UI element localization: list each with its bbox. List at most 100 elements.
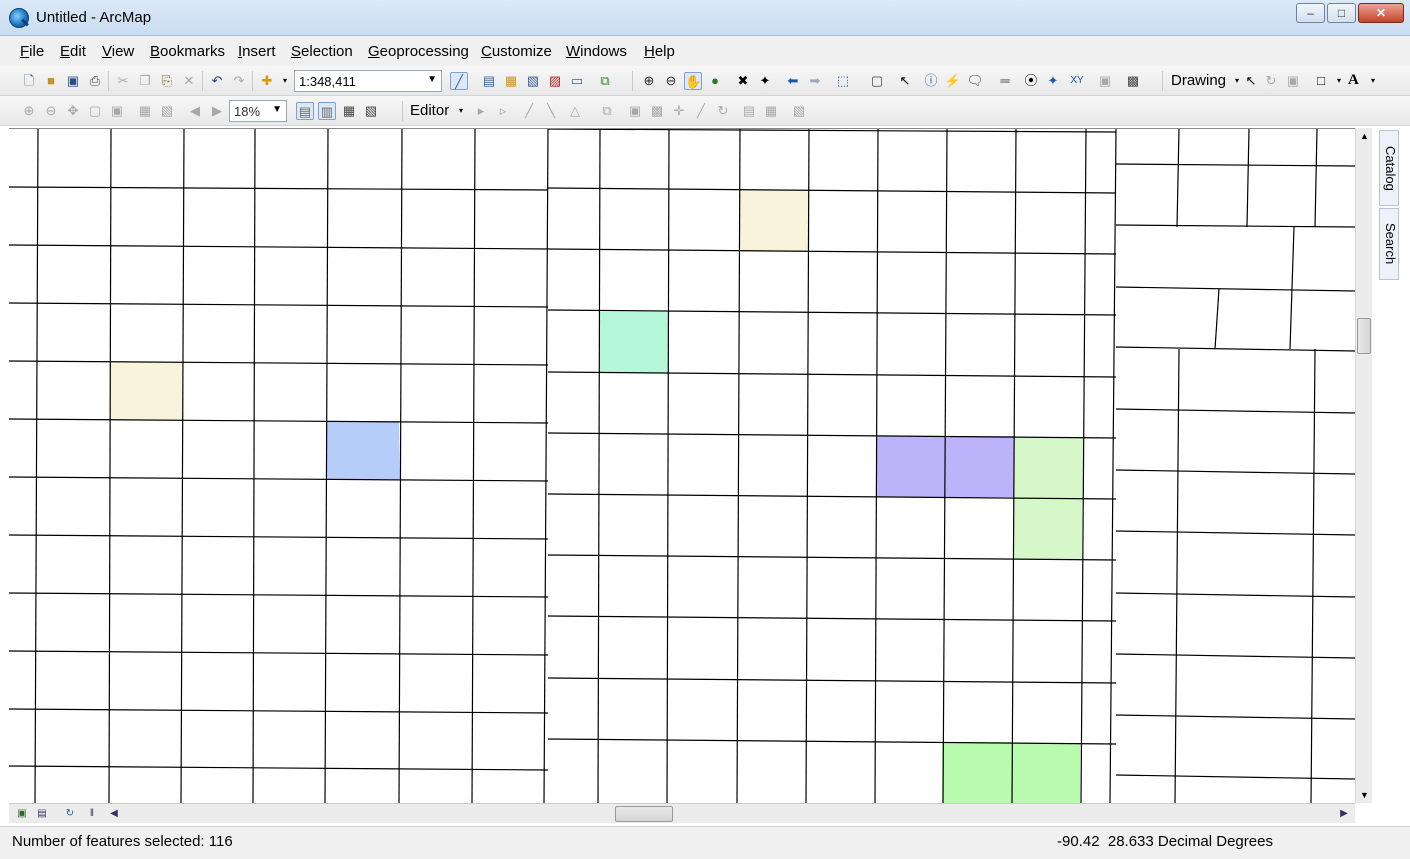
select-elements-icon[interactable]: ↖ bbox=[1242, 72, 1260, 90]
scroll-right-arrow-icon[interactable]: ▶ bbox=[1337, 807, 1351, 821]
vertical-scrollbar[interactable]: ▲ ▼ bbox=[1355, 128, 1372, 803]
sketch-properties-icon[interactable]: ▦ bbox=[762, 102, 780, 120]
zoom-in-page-icon[interactable]: ⊕ bbox=[20, 102, 38, 120]
zoom-whole-page-icon[interactable]: ▢ bbox=[86, 102, 104, 120]
measure-icon[interactable]: ═ bbox=[996, 72, 1014, 90]
go-to-xy-icon[interactable]: XY bbox=[1068, 72, 1086, 90]
forward-extent-icon[interactable]: ➡ bbox=[806, 72, 824, 90]
menu-insert[interactable]: Insert bbox=[238, 43, 276, 60]
zoom-100-icon[interactable]: ▣ bbox=[108, 102, 126, 120]
previous-page-extent-icon[interactable]: ◀ bbox=[186, 102, 204, 120]
minimize-button[interactable]: – bbox=[1296, 3, 1325, 23]
pan-page-icon[interactable]: ✥ bbox=[64, 102, 82, 120]
open-folder-icon[interactable]: ■ bbox=[42, 72, 60, 90]
delete-icon[interactable]: ✕ bbox=[180, 72, 198, 90]
find-binoculars-icon[interactable]: ⦿ bbox=[1022, 72, 1040, 90]
split-tool-icon[interactable]: ✛ bbox=[670, 102, 688, 120]
catalog-tab[interactable]: Catalog bbox=[1379, 130, 1399, 206]
reshape-feature-icon[interactable]: ▣ bbox=[626, 102, 644, 120]
clear-selection-icon[interactable]: ▢ bbox=[868, 72, 886, 90]
menu-geoprocessing[interactable]: Geoprocessing bbox=[368, 43, 469, 60]
zoom-to-selected-elements-icon[interactable]: ▣ bbox=[1284, 72, 1302, 90]
model-builder-icon[interactable]: ⧉ bbox=[596, 72, 614, 90]
scroll-left-arrow-icon[interactable]: ◀ bbox=[107, 807, 121, 821]
horizontal-scroll-thumb[interactable] bbox=[615, 806, 673, 822]
fixed-zoom-out-icon[interactable]: ✦ bbox=[756, 72, 774, 90]
menu-edit[interactable]: Edit bbox=[60, 43, 86, 60]
find-route-icon[interactable]: ✦ bbox=[1044, 72, 1062, 90]
chevron-down-icon[interactable]: ▾ bbox=[1330, 72, 1348, 90]
html-popup-icon[interactable]: 🗨 bbox=[966, 72, 984, 90]
create-features-icon[interactable]: ▧ bbox=[790, 102, 808, 120]
cut-icon[interactable]: ✂ bbox=[114, 72, 132, 90]
editor-toolbar-icon[interactable]: ╱ bbox=[450, 72, 468, 90]
attributes-rotate-icon[interactable]: ↻ bbox=[714, 102, 732, 120]
vertical-scroll-thumb[interactable] bbox=[1357, 318, 1371, 354]
print-icon[interactable]: ⎙ bbox=[86, 72, 104, 90]
drawing-menu[interactable]: Drawing bbox=[1171, 72, 1226, 89]
close-button[interactable]: ✕ bbox=[1358, 3, 1404, 23]
search-tab[interactable]: Search bbox=[1379, 208, 1399, 280]
editor-menu[interactable]: Editor bbox=[410, 102, 449, 119]
map-display[interactable] bbox=[9, 128, 1355, 803]
back-extent-icon[interactable]: ⬅ bbox=[784, 72, 802, 90]
rotate-tool-icon[interactable]: ╱ bbox=[692, 102, 710, 120]
paste-icon[interactable]: ⎘ bbox=[158, 72, 176, 90]
data-driven-pages-icon[interactable]: ▧ bbox=[362, 102, 380, 120]
scroll-down-arrow-icon[interactable]: ▼ bbox=[1360, 790, 1369, 800]
select-features-icon[interactable]: ⬚ bbox=[834, 72, 852, 90]
menu-view[interactable]: View bbox=[102, 43, 134, 60]
fixed-zoom-in-icon[interactable]: ✖ bbox=[734, 72, 752, 90]
catalog-window-icon[interactable]: ▦ bbox=[502, 72, 520, 90]
full-extent-globe-icon[interactable]: ● bbox=[706, 72, 724, 90]
time-slider-icon[interactable]: ▣ bbox=[1096, 72, 1114, 90]
create-viewer-icon[interactable]: ▩ bbox=[1124, 72, 1142, 90]
redo-icon[interactable]: ↷ bbox=[230, 72, 248, 90]
new-text-icon[interactable]: A bbox=[1348, 72, 1359, 89]
zoom-out-icon[interactable]: ⊖ bbox=[662, 72, 680, 90]
zoom-percent-combo[interactable]: 18% ▼ bbox=[229, 100, 287, 122]
chevron-down-icon[interactable]: ▾ bbox=[1364, 72, 1382, 90]
scroll-up-arrow-icon[interactable]: ▲ bbox=[1360, 131, 1369, 141]
new-document-icon[interactable]: 🗋 bbox=[20, 72, 38, 90]
menu-file[interactable]: File bbox=[20, 43, 44, 60]
change-layout-icon[interactable]: ▦ bbox=[340, 102, 358, 120]
menu-selection[interactable]: Selection bbox=[291, 43, 353, 60]
rectangle-icon[interactable]: □ bbox=[1312, 72, 1330, 90]
zoom-out-page-icon[interactable]: ⊖ bbox=[42, 102, 60, 120]
menu-customize[interactable]: Customize bbox=[481, 43, 552, 60]
straight-segment-icon[interactable]: ╱ bbox=[520, 102, 538, 120]
save-icon[interactable]: ▣ bbox=[64, 72, 82, 90]
attributes-icon[interactable]: ▤ bbox=[740, 102, 758, 120]
fixed-zoom-in-page-icon[interactable]: ▦ bbox=[136, 102, 154, 120]
search-window-icon[interactable]: ▧ bbox=[524, 72, 542, 90]
menu-windows[interactable]: Windows bbox=[566, 43, 627, 60]
python-window-icon[interactable]: ▭ bbox=[568, 72, 586, 90]
cut-polygons-icon[interactable]: ▩ bbox=[648, 102, 666, 120]
pan-hand-icon[interactable]: ✋ bbox=[684, 72, 702, 90]
end-point-arc-icon[interactable]: ╲ bbox=[542, 102, 560, 120]
maximize-button[interactable]: □ bbox=[1327, 3, 1356, 23]
map-scale-combo[interactable]: 1:348,411 ▼ bbox=[294, 70, 442, 92]
add-data-icon[interactable]: ✚ bbox=[258, 72, 276, 90]
chevron-down-icon[interactable]: ▼ bbox=[272, 104, 282, 115]
menu-bookmarks[interactable]: Bookmarks bbox=[150, 43, 225, 60]
next-page-extent-icon[interactable]: ▶ bbox=[208, 102, 226, 120]
pause-drawing-icon[interactable]: ‖ bbox=[85, 807, 99, 821]
copy-icon[interactable]: ❐ bbox=[136, 72, 154, 90]
zoom-in-icon[interactable]: ⊕ bbox=[640, 72, 658, 90]
data-view-icon[interactable]: ▣ bbox=[15, 807, 29, 821]
layout-view-icon[interactable]: ▤ bbox=[35, 807, 49, 821]
chevron-down-icon[interactable]: ▾ bbox=[452, 102, 470, 120]
menu-help[interactable]: Help bbox=[644, 43, 675, 60]
select-elements-arrow-icon[interactable]: ↖ bbox=[896, 72, 914, 90]
arctoolbox-icon[interactable]: ▨ bbox=[546, 72, 564, 90]
chevron-down-icon[interactable]: ▾ bbox=[276, 72, 294, 90]
focus-data-frame-icon[interactable]: ▥ bbox=[318, 102, 336, 120]
rotate-icon[interactable]: ↻ bbox=[1262, 72, 1280, 90]
edit-vertices-icon[interactable]: ⧉ bbox=[598, 102, 616, 120]
hyperlink-icon[interactable]: ⚡ bbox=[944, 72, 962, 90]
edit-annotation-icon[interactable]: ▹ bbox=[494, 102, 512, 120]
table-of-contents-icon[interactable]: ▤ bbox=[480, 72, 498, 90]
chevron-down-icon[interactable]: ▼ bbox=[427, 74, 437, 85]
